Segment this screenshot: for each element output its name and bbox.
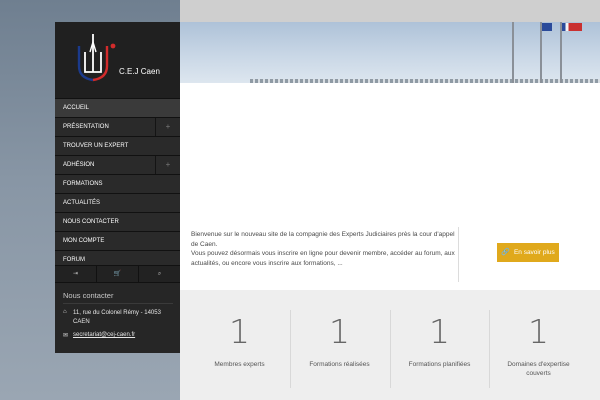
nav-item-label: FORUM — [63, 257, 85, 263]
logo-mark-icon — [77, 34, 116, 82]
link-icon: 🔗 — [501, 249, 510, 256]
stat-value: 1 — [229, 312, 250, 351]
nav-item-accueil[interactable]: ACCUEIL — [55, 98, 180, 117]
stat-label: Formations réalisées — [309, 361, 370, 368]
nav-item-label: ACCUEIL — [63, 105, 90, 111]
stat-members: 1 Membres experts — [190, 312, 289, 400]
stats-section: 1 Membres experts 1 Formations réalisées… — [180, 290, 600, 400]
stat-value: 1 — [329, 312, 350, 351]
contact-address: 11, rue du Colonel Rémy - 14053 CAEN — [73, 310, 161, 325]
mail-icon: ✉ — [63, 333, 69, 339]
search-icon[interactable]: ⌕ — [139, 266, 180, 282]
nav-item-label: FORMATIONS — [63, 181, 103, 187]
intro-paragraph: Vous pouvez désormais vous inscrire en l… — [191, 250, 455, 267]
stat-trainings-done: 1 Formations réalisées — [290, 312, 389, 400]
flag — [542, 23, 552, 31]
toolbar: ⇥ 🛒 ⌕ — [55, 265, 180, 282]
learn-more-label: En savoir plus — [513, 249, 555, 256]
nav-item-compte[interactable]: MON COMPTE — [55, 231, 180, 250]
contact-email-link[interactable]: secretariat@cej-caen.fr — [73, 332, 135, 338]
nav-item-presentation[interactable]: PRÉSENTATION + — [55, 117, 180, 136]
nav-item-label: MON COMPTE — [63, 238, 105, 244]
intro-paragraph: Bienvenue sur le nouveau site de la comp… — [191, 231, 455, 248]
top-band — [180, 0, 600, 22]
intro-text: Bienvenue sur le nouveau site de la comp… — [191, 230, 459, 268]
stat-label: Domaines d'expertise couverts — [507, 361, 570, 377]
expand-icon[interactable]: + — [155, 156, 180, 174]
nav-item-label: PRÉSENTATION — [63, 124, 109, 130]
sidebar: C.E.J Caen ACCUEIL PRÉSENTATION + TROUVE… — [55, 22, 180, 353]
stat-domains: 1 Domaines d'expertise couverts — [489, 312, 588, 400]
flag-pole — [560, 22, 562, 83]
stat-label: Formations planifiées — [408, 361, 471, 368]
logo[interactable]: C.E.J Caen — [55, 22, 180, 98]
nav-item-label: ACTUALITÉS — [63, 200, 101, 206]
flag — [572, 23, 582, 31]
stat-label: Membres experts — [214, 361, 265, 368]
nav-item-actualites[interactable]: ACTUALITÉS — [55, 193, 180, 212]
nav-item-label: ADHÉSION — [63, 162, 95, 168]
home-icon: ⌂ — [63, 309, 67, 315]
divider — [63, 303, 173, 304]
stat-value: 1 — [528, 312, 549, 351]
login-icon[interactable]: ⇥ — [55, 266, 97, 282]
contact-title: Nous contacter — [63, 291, 114, 300]
nav-item-adhesion[interactable]: ADHÉSION + — [55, 155, 180, 174]
divider — [458, 227, 459, 282]
main-nav: ACCUEIL PRÉSENTATION + TROUVER UN EXPERT… — [55, 98, 180, 269]
nav-item-trouver-expert[interactable]: TROUVER UN EXPERT — [55, 136, 180, 155]
brand-name: C.E.J Caen — [119, 67, 160, 76]
learn-more-button[interactable]: 🔗 En savoir plus — [497, 243, 559, 262]
expand-icon[interactable]: + — [155, 118, 180, 136]
hero-image — [180, 22, 600, 83]
nav-item-contact[interactable]: NOUS CONTACTER — [55, 212, 180, 231]
nav-item-label: TROUVER UN EXPERT — [63, 143, 129, 149]
cart-icon[interactable]: 🛒 — [97, 266, 139, 282]
stat-trainings-planned: 1 Formations planifiées — [390, 312, 489, 400]
contact-widget: Nous contacter ⌂ 11, rue du Colonel Rémy… — [55, 282, 180, 353]
stat-value: 1 — [429, 312, 450, 351]
main-content: Bienvenue sur le nouveau site de la comp… — [180, 83, 600, 290]
nav-item-formations[interactable]: FORMATIONS — [55, 174, 180, 193]
flag-pole — [540, 22, 542, 83]
flag — [562, 23, 572, 31]
flag-pole — [512, 22, 514, 83]
nav-item-label: NOUS CONTACTER — [63, 219, 119, 225]
